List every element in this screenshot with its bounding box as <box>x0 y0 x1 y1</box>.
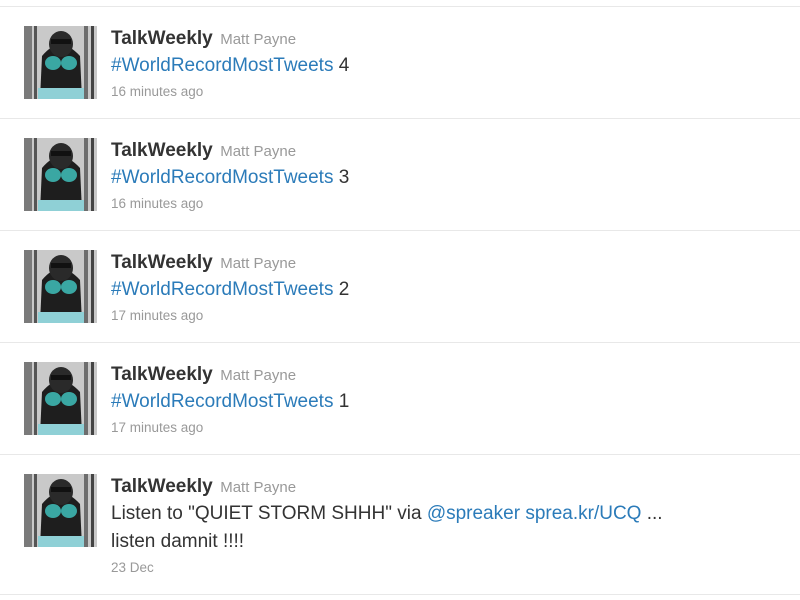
screen-name[interactable]: TalkWeekly <box>111 252 213 273</box>
avatar[interactable] <box>24 26 97 99</box>
tweet-text-ellipsis: ... <box>646 503 663 524</box>
tweet-text: #WorldRecordMostTweets 2 <box>111 276 780 304</box>
mention-link[interactable]: @spreaker <box>427 503 520 524</box>
tweet-header: TalkWeekly Matt Payne <box>111 474 780 500</box>
tweet-header: TalkWeekly Matt Payne <box>111 26 780 52</box>
avatar[interactable] <box>24 138 97 211</box>
timestamp-link[interactable]: 16 minutes ago <box>111 194 780 214</box>
avatar[interactable] <box>24 250 97 323</box>
tweet-item[interactable]: TalkWeekly Matt Payne #WorldRecordMostTw… <box>0 342 800 454</box>
tweet-content: TalkWeekly Matt Payne #WorldRecordMostTw… <box>111 138 780 214</box>
avatar[interactable] <box>24 362 97 435</box>
hashtag-link[interactable]: #WorldRecordMostTweets <box>111 55 333 76</box>
divider <box>0 594 800 595</box>
avatar[interactable] <box>24 474 97 547</box>
timestamp-link[interactable]: 16 minutes ago <box>111 82 780 102</box>
tweet-content: TalkWeekly Matt Payne Listen to "QUIET S… <box>111 474 780 578</box>
tweet-item[interactable]: TalkWeekly Matt Payne Listen to "QUIET S… <box>0 454 800 594</box>
tweet-item[interactable]: TalkWeekly Matt Payne #WorldRecordMostTw… <box>0 6 800 118</box>
tweet-content: TalkWeekly Matt Payne #WorldRecordMostTw… <box>111 362 780 438</box>
tweet-content: TalkWeekly Matt Payne #WorldRecordMostTw… <box>111 250 780 326</box>
tweet-text: Listen to "QUIET STORM SHHH" via @spreak… <box>111 500 780 528</box>
full-name[interactable]: Matt Payne <box>220 255 296 272</box>
timestamp-link[interactable]: 17 minutes ago <box>111 418 780 438</box>
timestamp-link[interactable]: 17 minutes ago <box>111 306 780 326</box>
full-name[interactable]: Matt Payne <box>220 143 296 160</box>
timestamp-link[interactable]: 23 Dec <box>111 558 780 578</box>
hashtag-link[interactable]: #WorldRecordMostTweets <box>111 167 333 188</box>
tweet-text-prefix: Listen to "QUIET STORM SHHH" via <box>111 503 422 524</box>
tweet-text-suffix: 1 <box>338 391 350 412</box>
tweet-content: TalkWeekly Matt Payne #WorldRecordMostTw… <box>111 26 780 102</box>
screen-name[interactable]: TalkWeekly <box>111 140 213 161</box>
hashtag-link[interactable]: #WorldRecordMostTweets <box>111 391 333 412</box>
tweet-timeline: TalkWeekly Matt Payne #WorldRecordMostTw… <box>0 0 800 600</box>
tweet-text-suffix: 2 <box>338 279 350 300</box>
tweet-item[interactable]: TalkWeekly Matt Payne #WorldRecordMostTw… <box>0 230 800 342</box>
url-link[interactable]: sprea.kr/UCQ <box>525 503 641 524</box>
tweet-text: #WorldRecordMostTweets 1 <box>111 388 780 416</box>
screen-name[interactable]: TalkWeekly <box>111 476 213 497</box>
tweet-text-suffix: 4 <box>338 55 350 76</box>
tweet-text-suffix: 3 <box>338 167 350 188</box>
hashtag-link[interactable]: #WorldRecordMostTweets <box>111 279 333 300</box>
tweet-header: TalkWeekly Matt Payne <box>111 362 780 388</box>
tweet-header: TalkWeekly Matt Payne <box>111 138 780 164</box>
tweet-text-line-2: listen damnit !!!! <box>111 531 245 552</box>
screen-name[interactable]: TalkWeekly <box>111 28 213 49</box>
screen-name[interactable]: TalkWeekly <box>111 364 213 385</box>
full-name[interactable]: Matt Payne <box>220 367 296 384</box>
tweet-text: #WorldRecordMostTweets 4 <box>111 52 780 80</box>
tweet-text: #WorldRecordMostTweets 3 <box>111 164 780 192</box>
full-name[interactable]: Matt Payne <box>220 479 296 496</box>
tweet-item[interactable]: TalkWeekly Matt Payne #WorldRecordMostTw… <box>0 118 800 230</box>
full-name[interactable]: Matt Payne <box>220 31 296 48</box>
tweet-header: TalkWeekly Matt Payne <box>111 250 780 276</box>
